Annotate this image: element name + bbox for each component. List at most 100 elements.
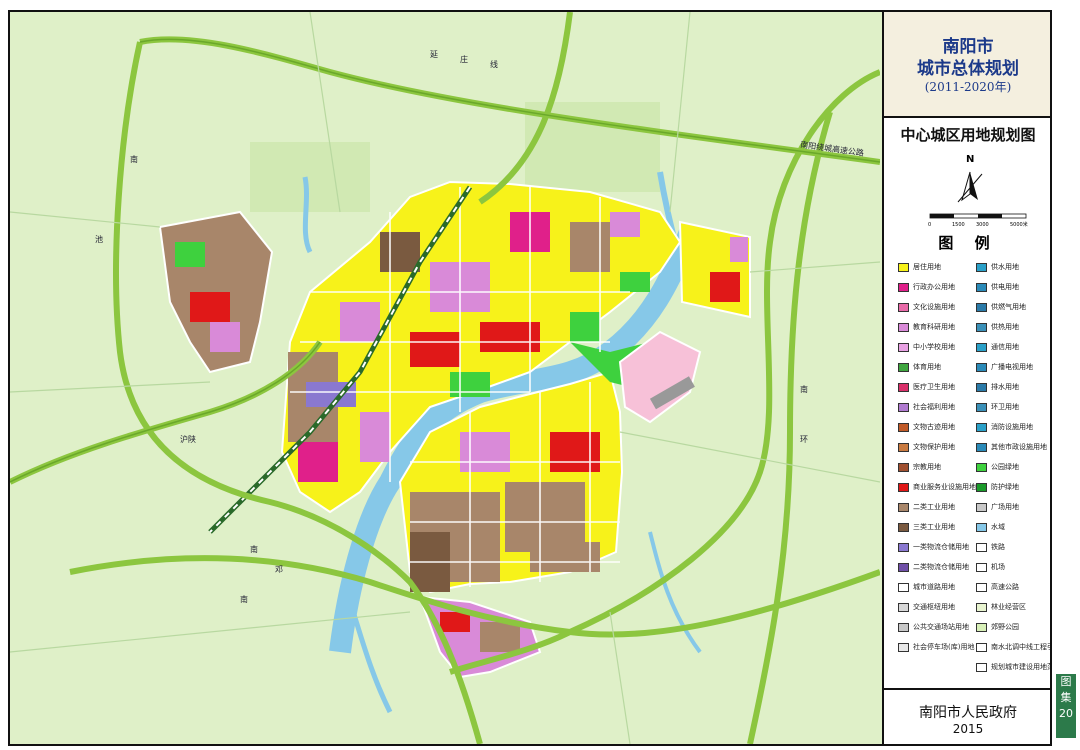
scale-tick-3: 5000米: [1010, 221, 1028, 228]
legend-item: 环卫用地: [976, 402, 1050, 414]
legend-swatch: [976, 643, 987, 652]
legend-swatch: [976, 343, 987, 352]
legend-label: 城市道路用地: [913, 583, 955, 591]
legend-item: 机场: [976, 562, 1050, 574]
legend-swatch: [898, 423, 909, 432]
legend-swatch: [898, 503, 909, 512]
legend-item: 铁路: [976, 542, 1050, 554]
scale-tick-1: 1500: [952, 222, 965, 228]
legend-swatch: [976, 383, 987, 392]
label-west-road: 沪陕: [180, 434, 196, 444]
legend-item: 公园绿地: [976, 462, 1050, 474]
legend-swatch: [898, 263, 909, 272]
label-north-road3: 线: [490, 59, 498, 69]
legend-swatch: [976, 663, 987, 672]
label-north-road: 延: [430, 49, 438, 59]
legend-item: 医疗卫生用地: [898, 382, 976, 394]
atlas-tab[interactable]: 图 集 20: [1056, 674, 1076, 738]
legend-label: 郊野公园: [991, 623, 1019, 631]
legend-label: 环卫用地: [991, 403, 1019, 411]
legend-swatch: [976, 543, 987, 552]
legend-label: 林业经营区: [991, 603, 1026, 611]
title-box: 南阳市 城市总体规划 (2011-2020年): [884, 12, 1050, 118]
legend-swatch: [976, 303, 987, 312]
legend-swatch: [898, 483, 909, 492]
legend-item: 林业经营区: [976, 602, 1050, 614]
legend-item: 供燃气用地: [976, 302, 1050, 314]
legend-label: 教育科研用地: [913, 323, 955, 331]
legend-swatch: [976, 263, 987, 272]
legend-swatch: [898, 623, 909, 632]
label-ring-nw: 南: [130, 154, 138, 164]
label-ring-w: 池: [95, 234, 103, 244]
legend-swatch: [898, 543, 909, 552]
legend-item: 中小学校用地: [898, 342, 976, 354]
legend-label: 其他市政设施用地: [991, 443, 1047, 451]
legend-label: 体育用地: [913, 363, 941, 371]
legend-item: 宗教用地: [898, 462, 976, 474]
legend-label: 南水北调中线工程引水渠: [991, 643, 1050, 651]
legend-label: 防护绿地: [991, 483, 1019, 491]
legend-item: 社会停车场(库)用地: [898, 642, 976, 654]
legend-item: 交通枢纽用地: [898, 602, 976, 614]
legend-item: 教育科研用地: [898, 322, 976, 334]
legend-item: 其他市政设施用地: [976, 442, 1050, 454]
issuer-box: 南阳市人民政府 2015: [884, 688, 1050, 744]
map-subtitle: 中心城区用地规划图: [900, 126, 1036, 144]
legend-label: 通信用地: [991, 343, 1019, 351]
legend-swatch: [976, 463, 987, 472]
plan-period: (2011-2020年): [924, 80, 1012, 94]
legend-label: 供水用地: [991, 263, 1019, 271]
compass-icon: [957, 171, 983, 203]
legend-label: 供燃气用地: [991, 303, 1026, 311]
legend-label: 机场: [991, 563, 1005, 571]
label-south-road: 南: [250, 544, 258, 554]
legend-swatch: [976, 283, 987, 292]
legend-label: 高速公路: [991, 583, 1019, 591]
legend-swatch: [898, 563, 909, 572]
legend-label: 排水用地: [991, 383, 1019, 391]
legend-label: 公共交通场站用地: [913, 623, 969, 631]
scale-bar: 0 1500 3000 5000米: [928, 213, 1028, 228]
legend-item: 高速公路: [976, 582, 1050, 594]
legend-label: 中小学校用地: [913, 343, 955, 351]
legend-item: 三类工业用地: [898, 522, 976, 534]
legend-swatch: [976, 523, 987, 532]
legend-label: 二类工业用地: [913, 503, 955, 511]
legend-swatch: [976, 443, 987, 452]
plan-name: 城市总体规划: [917, 59, 1019, 79]
land-use-map: 南 池 南 南 环 延 庄 线 南阳绕城高速公路 沪陕 南 邓: [10, 12, 880, 744]
legend-swatch: [898, 283, 909, 292]
label-ring-sw: 南: [240, 594, 248, 604]
legend-item: 消防设施用地: [976, 422, 1050, 434]
legend-swatch: [898, 303, 909, 312]
legend-label: 供热用地: [991, 323, 1019, 331]
legend-item: 一类物流仓储用地: [898, 542, 976, 554]
label-east-road2: 环: [800, 435, 808, 444]
legend-label: 医疗卫生用地: [913, 383, 955, 391]
map-canvas[interactable]: 南 池 南 南 环 延 庄 线 南阳绕城高速公路 沪陕 南 邓: [10, 12, 880, 744]
legend-label: 消防设施用地: [991, 423, 1033, 431]
legend-label: 水域: [991, 523, 1005, 531]
label-north-road2: 庄: [460, 54, 468, 64]
tab-char-0: 图: [1060, 675, 1072, 688]
legend-swatch: [976, 403, 987, 412]
scale-tick-0: 0: [928, 222, 931, 228]
legend-label: 一类物流仓储用地: [913, 543, 969, 551]
suburban-park-zone: [250, 142, 370, 212]
legend-label: 宗教用地: [913, 463, 941, 471]
legend-swatch: [976, 363, 987, 372]
legend-swatch: [976, 563, 987, 572]
legend-swatch: [976, 583, 987, 592]
legend-label: 行政办公用地: [913, 283, 955, 291]
legend-swatch: [976, 623, 987, 632]
legend-label: 交通枢纽用地: [913, 603, 955, 611]
legend-swatch: [898, 603, 909, 612]
legend-swatch: [976, 483, 987, 492]
legend-swatch: [898, 363, 909, 372]
legend-item: 二类工业用地: [898, 502, 976, 514]
legend-item: 排水用地: [976, 382, 1050, 394]
legend-item: 文物保护用地: [898, 442, 976, 454]
legend-label: 广场用地: [991, 503, 1019, 511]
legend-swatch: [898, 343, 909, 352]
